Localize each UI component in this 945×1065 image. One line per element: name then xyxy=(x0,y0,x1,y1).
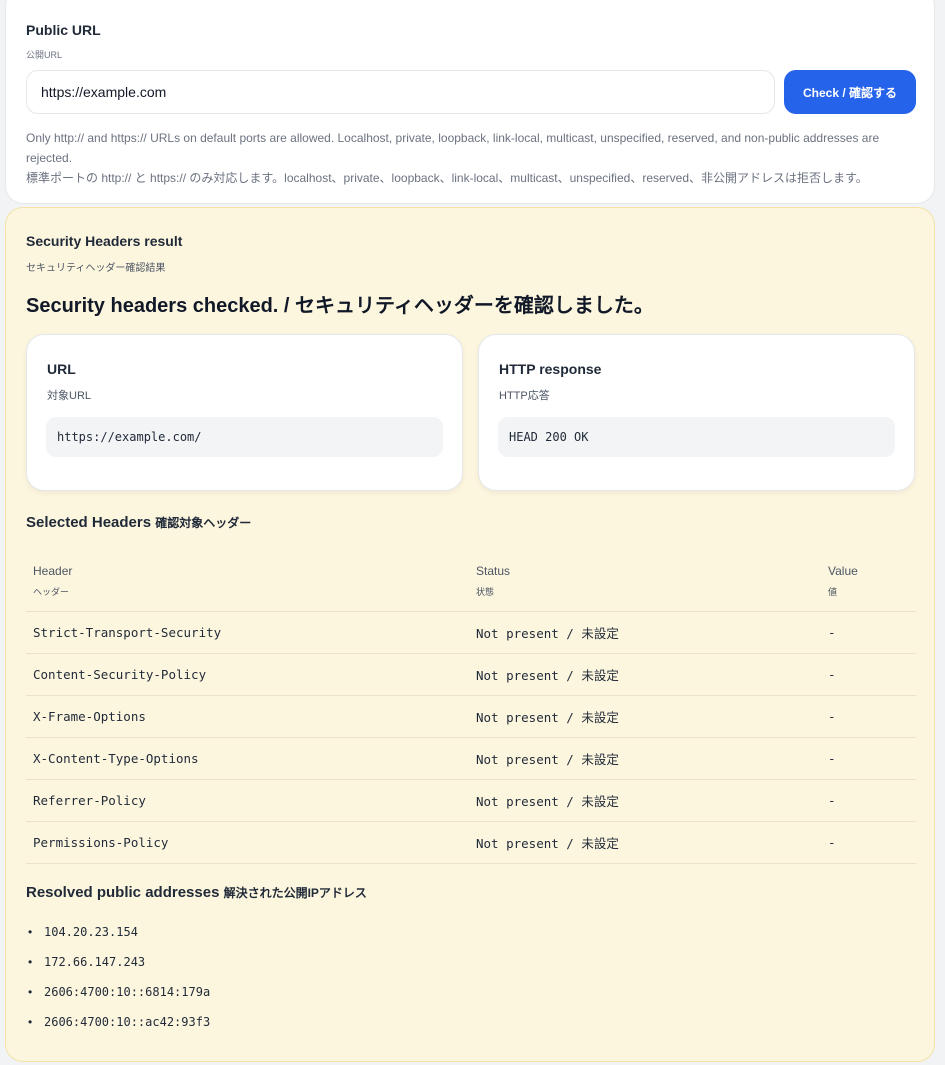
list-item: • 2606:4700:10::ac42:93f3 xyxy=(26,1011,210,1041)
list-item: • 172.66.147.243 xyxy=(26,951,210,981)
column-header-label: Status xyxy=(476,564,511,578)
table-row: Referrer-Policy Not present / 未設定 - xyxy=(26,779,916,822)
column-header-label-jp: 値 xyxy=(828,587,838,597)
http-card-title: HTTP response xyxy=(499,361,602,377)
table-row: Strict-Transport-Security Not present / … xyxy=(26,611,916,654)
form-title: Public URL xyxy=(26,22,101,38)
status-cell: Not present / 未設定 xyxy=(469,653,821,696)
selected-headers-title-jp: 確認対象ヘッダー xyxy=(155,516,252,530)
status-cell: Not present / 未設定 xyxy=(469,695,821,738)
url-hint-en: Only http:// and https:// URLs on defaul… xyxy=(26,131,880,165)
column-header-label: Value xyxy=(828,564,858,578)
url-form-card: Public URL 公開URL Check / 確認する Only http:… xyxy=(5,0,935,204)
value-cell: - xyxy=(821,779,916,822)
table-header-row: Header ヘッダー Status 状態 Value 値 xyxy=(26,551,916,612)
status-cell: Not present / 未設定 xyxy=(469,821,821,864)
http-response-card: HTTP response HTTP応答 HEAD 200 OK xyxy=(478,334,915,491)
column-header-label: Header xyxy=(33,564,73,578)
selected-headers-heading: Selected Headers 確認対象ヘッダー xyxy=(26,514,251,531)
value-cell: - xyxy=(821,821,916,864)
header-name-cell: Referrer-Policy xyxy=(26,779,469,822)
value-cell: - xyxy=(821,695,916,738)
result-subtitle: セキュリティヘッダー確認結果 xyxy=(26,263,166,274)
ip-address: 2606:4700:10::ac42:93f3 xyxy=(44,1015,211,1029)
result-headline: Security headers checked. / セキュリティヘッダーを確… xyxy=(26,295,654,317)
value-cell: - xyxy=(821,653,916,696)
headers-table: Header ヘッダー Status 状態 Value 値 Strict-Tra… xyxy=(26,551,916,864)
form-subtitle: 公開URL xyxy=(26,50,63,60)
header-name-cell: Permissions-Policy xyxy=(26,821,469,864)
status-cell: Not present / 未設定 xyxy=(469,779,821,822)
column-header-label-jp: 状態 xyxy=(476,587,495,597)
url-card-value: https://example.com/ xyxy=(46,417,443,457)
url-hint: Only http:// and https:// URLs on defaul… xyxy=(26,128,926,188)
url-input[interactable] xyxy=(26,70,775,114)
header-name-cell: X-Content-Type-Options xyxy=(26,737,469,780)
table-row: X-Content-Type-Options Not present / 未設定… xyxy=(26,737,916,780)
header-name-cell: X-Frame-Options xyxy=(26,695,469,738)
value-cell: - xyxy=(821,611,916,654)
header-name-cell: Strict-Transport-Security xyxy=(26,611,469,654)
resolved-addresses-heading: Resolved public addresses 解決された公開IPアドレス xyxy=(26,884,367,901)
ip-address: 104.20.23.154 xyxy=(44,925,138,939)
url-card-subtitle: 対象URL xyxy=(47,390,92,402)
column-header-status: Status 状態 xyxy=(469,551,821,612)
column-header-value: Value 値 xyxy=(821,551,916,612)
column-header-header: Header ヘッダー xyxy=(26,551,469,612)
http-card-value: HEAD 200 OK xyxy=(498,417,895,457)
result-panel: Security Headers result セキュリティヘッダー確認結果 S… xyxy=(5,207,935,1062)
table-row: X-Frame-Options Not present / 未設定 - xyxy=(26,695,916,738)
table-row: Content-Security-Policy Not present / 未設… xyxy=(26,653,916,696)
status-cell: Not present / 未設定 xyxy=(469,737,821,780)
header-name-cell: Content-Security-Policy xyxy=(26,653,469,696)
status-cell: Not present / 未設定 xyxy=(469,611,821,654)
url-card-title: URL xyxy=(47,361,76,377)
ip-address: 2606:4700:10::6814:179a xyxy=(44,985,211,999)
address-list: • 104.20.23.154 • 172.66.147.243 • 2606:470… xyxy=(26,921,210,1041)
list-item: • 104.20.23.154 xyxy=(26,921,210,951)
list-item: • 2606:4700:10::6814:179a xyxy=(26,981,210,1011)
url-hint-jp: 標準ポートの http:// と https:// のみ対応します。localh… xyxy=(26,171,868,185)
result-title: Security Headers result xyxy=(26,233,183,249)
url-card: URL 対象URL https://example.com/ xyxy=(26,334,463,491)
ip-address: 172.66.147.243 xyxy=(44,955,146,969)
selected-headers-title: Selected Headers xyxy=(26,514,152,531)
resolved-addresses-title-jp: 解決された公開IPアドレス xyxy=(223,886,367,900)
table-row: Permissions-Policy Not present / 未設定 - xyxy=(26,821,916,864)
value-cell: - xyxy=(821,737,916,780)
column-header-label-jp: ヘッダー xyxy=(33,587,70,597)
http-card-subtitle: HTTP応答 xyxy=(499,390,550,402)
resolved-addresses-title: Resolved public addresses xyxy=(26,884,220,901)
check-button[interactable]: Check / 確認する xyxy=(784,70,916,114)
